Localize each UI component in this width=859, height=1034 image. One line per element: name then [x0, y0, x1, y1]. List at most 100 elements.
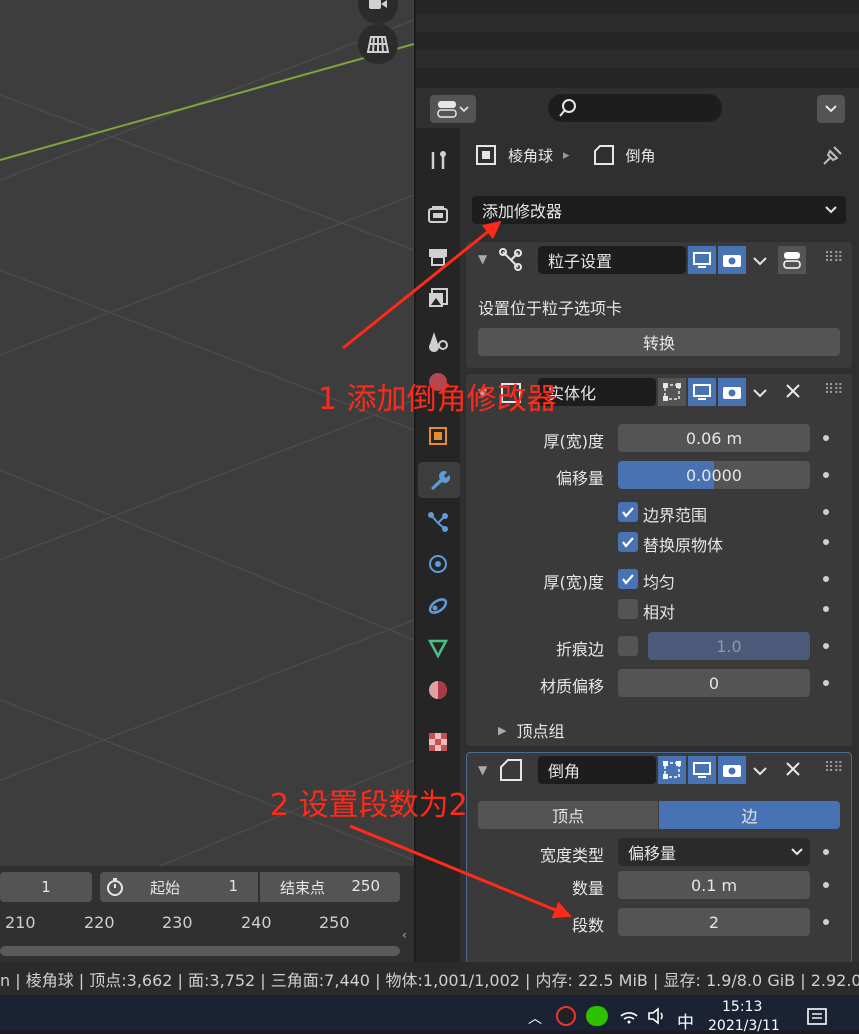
- show-in-viewport-button[interactable]: [688, 756, 716, 784]
- edit-mode-button[interactable]: [658, 756, 686, 784]
- options-dropdown-button[interactable]: [817, 95, 845, 123]
- width-type-label: 宽度类型: [539, 846, 604, 865]
- end-frame-field[interactable]: 结束点 250: [260, 877, 400, 898]
- show-in-viewport-button[interactable]: [688, 246, 716, 274]
- tab-output[interactable]: [420, 238, 456, 274]
- search-input[interactable]: [548, 94, 722, 122]
- clock-time[interactable]: 15:13: [722, 999, 762, 1015]
- volume-icon[interactable]: [646, 1006, 668, 1030]
- tab-constraints[interactable]: [420, 588, 456, 624]
- current-frame-field[interactable]: 1: [0, 872, 92, 902]
- drag-handle-icon[interactable]: ⠿⠿: [824, 760, 843, 776]
- notification-icon[interactable]: [806, 1006, 828, 1032]
- show-in-render-button[interactable]: [718, 756, 746, 784]
- keyframe-dot[interactable]: [823, 606, 829, 612]
- chevron-left-icon[interactable]: ‹: [402, 928, 414, 944]
- tray-expand-icon[interactable]: ︿: [528, 1008, 542, 1028]
- close-icon[interactable]: [784, 382, 802, 404]
- segments-label: 段数: [571, 916, 604, 935]
- amount-field[interactable]: 0.1 m: [618, 871, 810, 899]
- printer-icon: [429, 249, 447, 266]
- tab-modifiers[interactable]: [418, 462, 460, 498]
- tab-data[interactable]: [420, 630, 456, 666]
- wifi-icon[interactable]: [618, 1004, 640, 1030]
- stopwatch-icon[interactable]: [100, 877, 130, 897]
- edit-mode-button[interactable]: [658, 378, 686, 406]
- breadcrumb-modifier: 倒角: [625, 146, 656, 165]
- replace-original-checkbox[interactable]: [618, 532, 638, 552]
- drag-handle-icon[interactable]: ⠿⠿: [824, 250, 843, 266]
- tab-render[interactable]: [420, 196, 456, 232]
- add-modifier-dropdown[interactable]: 添加修改器: [472, 196, 846, 224]
- amount-value: 0.1 m: [690, 875, 738, 895]
- mesh-data-icon: [427, 639, 449, 659]
- convert-button[interactable]: 转换: [478, 328, 840, 356]
- keyframe-dot[interactable]: [823, 849, 829, 855]
- crease-field[interactable]: 1.0: [648, 632, 810, 660]
- keyframe-dot[interactable]: [823, 919, 829, 925]
- show-in-render-button[interactable]: [718, 246, 746, 274]
- keyframe-dot[interactable]: [823, 509, 829, 515]
- tab-physics[interactable]: [420, 546, 456, 582]
- show-in-render-button[interactable]: [718, 378, 746, 406]
- show-in-viewport-button[interactable]: [688, 378, 716, 406]
- properties-editor-icon: [437, 101, 469, 118]
- breadcrumb-object: 棱角球: [508, 146, 554, 165]
- tab-edges[interactable]: 边: [659, 801, 840, 829]
- drag-handle-icon[interactable]: ⠿⠿: [824, 382, 843, 398]
- width-type-value: 偏移量: [628, 844, 677, 863]
- viewport-grid: [0, 19, 414, 866]
- tab-tool[interactable]: [420, 142, 456, 178]
- chevron-down-icon[interactable]: [752, 254, 768, 272]
- modifier-name-field[interactable]: 粒子设置: [538, 246, 686, 274]
- camera-icon: [723, 255, 741, 267]
- wechat-icon[interactable]: [586, 1006, 608, 1026]
- perspective-toggle-button[interactable]: [358, 24, 398, 64]
- keyframe-dot[interactable]: [823, 472, 829, 478]
- amount-label: 数量: [571, 879, 604, 898]
- collapse-triangle-icon[interactable]: ▼: [478, 252, 487, 266]
- ime-indicator[interactable]: 中: [677, 1008, 694, 1033]
- toggle-settings-button[interactable]: [778, 246, 806, 274]
- relative-checkbox[interactable]: [618, 599, 638, 619]
- qq-icon[interactable]: [556, 1006, 576, 1026]
- editor-type-button[interactable]: [430, 95, 476, 123]
- keyframe-dot[interactable]: [823, 882, 829, 888]
- keyframe-dot[interactable]: [823, 680, 829, 686]
- start-frame-field[interactable]: 起始 1: [130, 877, 258, 898]
- collapse-triangle-icon[interactable]: ▼: [478, 763, 487, 777]
- tab-scene[interactable]: [420, 322, 456, 358]
- tab-view-layer[interactable]: [420, 280, 456, 316]
- keyframe-dot[interactable]: [823, 435, 829, 441]
- tab-object[interactable]: [420, 418, 456, 454]
- particles-icon: [498, 247, 524, 277]
- chevron-down-icon[interactable]: [752, 764, 768, 782]
- current-frame-value: 1: [41, 878, 51, 896]
- close-icon[interactable]: [784, 760, 802, 782]
- 3d-viewport[interactable]: [0, 0, 414, 866]
- tab-vertices[interactable]: 顶点: [478, 801, 658, 829]
- pin-icon[interactable]: [820, 144, 844, 172]
- vertex-group-subpanel[interactable]: ▶ 顶点组: [498, 718, 564, 742]
- chevron-down-icon[interactable]: [752, 386, 768, 404]
- keyframe-dot[interactable]: [823, 539, 829, 545]
- material-offset-field[interactable]: 0: [618, 669, 810, 697]
- clock-date[interactable]: 2021/3/11: [708, 1018, 780, 1034]
- timeline-scrollbar[interactable]: [0, 946, 400, 956]
- thickness-field[interactable]: 0.06 m: [618, 424, 810, 452]
- keyframe-dot[interactable]: [823, 576, 829, 582]
- uniform-checkbox[interactable]: [618, 569, 638, 589]
- expand-triangle-icon: ▶: [498, 723, 507, 737]
- search-icon: [559, 99, 576, 117]
- tab-material[interactable]: [420, 672, 456, 708]
- modifier-name-field[interactable]: 倒角: [538, 756, 656, 784]
- crease-checkbox[interactable]: [618, 636, 638, 656]
- offset-slider[interactable]: 0.0000: [618, 461, 810, 489]
- width-type-dropdown[interactable]: 偏移量: [618, 838, 810, 866]
- physics-icon: [429, 555, 447, 573]
- segments-field[interactable]: 2: [618, 908, 810, 936]
- keyframe-dot[interactable]: [823, 643, 829, 649]
- boundary-checkbox[interactable]: [618, 502, 638, 522]
- tab-particles[interactable]: [420, 504, 456, 540]
- tab-texture[interactable]: [420, 724, 456, 760]
